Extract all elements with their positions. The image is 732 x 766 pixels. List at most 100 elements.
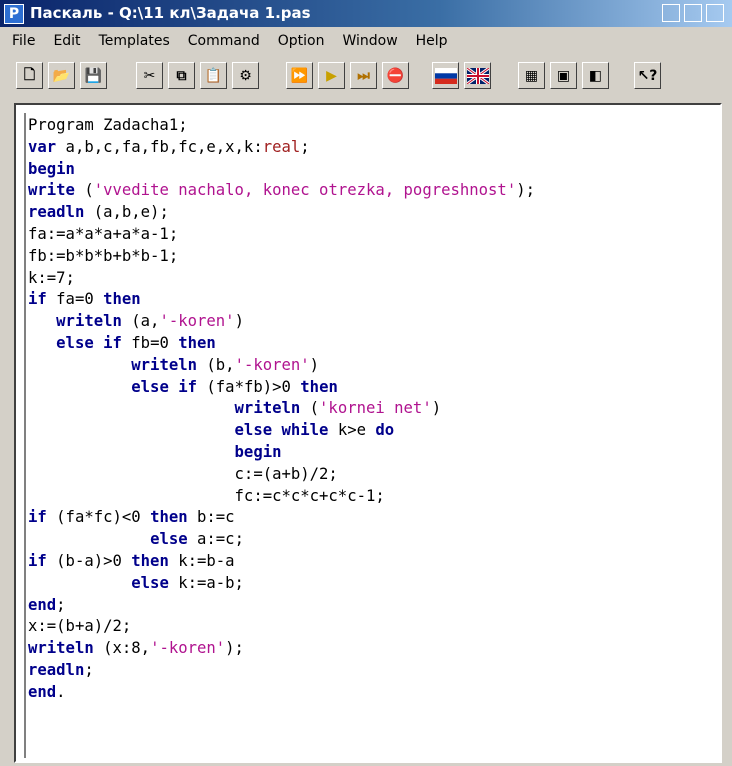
keyword-token: write <box>28 181 75 200</box>
keyword-token: writeln <box>131 355 197 374</box>
menu-file[interactable]: File <box>12 33 35 49</box>
code-token: (a, <box>121 312 160 331</box>
code-token: c:=(a+b)/2; <box>28 464 338 483</box>
code-line: end; <box>28 595 535 617</box>
menu-edit[interactable]: Edit <box>53 33 80 49</box>
copy-icon[interactable]: ⧉ <box>168 62 195 89</box>
code-token: ) <box>309 355 320 374</box>
save-icon[interactable]: 💾 <box>80 62 107 89</box>
code-token: ) <box>431 399 442 418</box>
menu-help[interactable]: Help <box>416 33 448 49</box>
code-token: ); <box>516 181 535 200</box>
menu-bar: File Edit Templates Command Option Windo… <box>0 28 732 54</box>
code-line: var a,b,c,fa,fb,fc,e,x,k:real; <box>28 137 535 159</box>
code-token: fc:=c*c*c+c*c-1; <box>28 486 385 505</box>
code-line: Program Zadacha1; <box>28 115 535 137</box>
code-token: ; <box>56 595 66 614</box>
help-book-icon[interactable]: ⚙ <box>232 62 259 89</box>
code-token: k:=a-b; <box>168 573 244 592</box>
russian-flag-icon[interactable] <box>432 62 459 89</box>
uk-flag-icon[interactable] <box>464 62 491 89</box>
menu-option[interactable]: Option <box>278 33 325 49</box>
type-token: real <box>262 137 301 156</box>
keyword-token: then <box>300 377 338 396</box>
code-token: b:=c <box>187 508 235 527</box>
close-button[interactable] <box>706 4 724 22</box>
code-line: if fa=0 then <box>28 289 535 311</box>
new-icon[interactable]: 🗋 <box>16 62 43 89</box>
string-token: '-koren' <box>159 312 235 331</box>
stop-icon[interactable]: ⛔ <box>382 62 409 89</box>
window-icon-3[interactable]: ◧ <box>582 62 609 89</box>
menu-window[interactable]: Window <box>342 33 397 49</box>
window-icon-1[interactable]: ▦ <box>518 62 545 89</box>
keyword-token: writeln <box>56 312 122 331</box>
source-code[interactable]: Program Zadacha1; var a,b,c,fa,fb,fc,e,x,… <box>28 115 535 704</box>
menu-templates[interactable]: Templates <box>99 33 170 49</box>
code-token: ; <box>84 660 94 679</box>
window-controls <box>662 4 724 22</box>
code-token: ( <box>74 181 94 200</box>
code-token: (fa*fc)<0 <box>46 508 151 527</box>
code-token: k:=7; <box>28 268 75 287</box>
code-line: write ('vvedite nachalo, konec otrezka, … <box>28 180 535 202</box>
toolbar: 🗋 📂 💾 ✂ ⧉ 📋 ⚙ ⏩ ▶ ⏭ ⛔ ▦ ▣ ◧ ↖? <box>8 60 724 94</box>
keyword-token: if <box>28 551 47 570</box>
code-line: begin <box>28 159 535 181</box>
keyword-token: else <box>131 377 169 396</box>
code-token: x:=(b+a)/2; <box>28 617 132 636</box>
minimize-button[interactable] <box>662 4 680 22</box>
keyword-token: else <box>56 333 94 352</box>
code-line: readln; <box>28 660 535 682</box>
title-bar[interactable]: P Паскаль - Q:\11 кл\Задача 1.pas <box>0 0 732 27</box>
code-token: (b-a)>0 <box>46 551 132 570</box>
run-to-icon[interactable]: ⏩ <box>286 62 313 89</box>
keyword-token: then <box>178 333 216 352</box>
keyword-token: else <box>234 421 273 440</box>
code-token: fb=0 <box>121 333 179 352</box>
cut-icon[interactable]: ✂ <box>136 62 163 89</box>
code-line: writeln ('kornei net') <box>28 398 535 420</box>
code-line: writeln (b,'-koren') <box>28 355 535 377</box>
maximize-button[interactable] <box>684 4 702 22</box>
code-token: . <box>56 682 66 701</box>
code-line: x:=(b+a)/2; <box>28 616 535 638</box>
context-help-icon[interactable]: ↖? <box>634 62 661 89</box>
string-token: 'vvedite nachalo, konec otrezka, pogresh… <box>93 181 517 200</box>
run-icon[interactable]: ▶ <box>318 62 345 89</box>
code-token: fb:=b*b*b+b*b-1; <box>28 246 179 265</box>
pascal-app-icon: P <box>4 4 24 24</box>
code-editor[interactable]: Program Zadacha1; var a,b,c,fa,fb,fc,e,x,… <box>14 103 722 763</box>
keyword-token: var <box>28 137 57 156</box>
keyword-token: then <box>131 551 169 570</box>
open-icon[interactable]: 📂 <box>48 62 75 89</box>
string-token: 'kornei net' <box>319 399 432 418</box>
code-token: Program Zadacha1; <box>28 116 188 134</box>
code-line: fa:=a*a*a+a*a-1; <box>28 224 535 246</box>
paste-icon[interactable]: 📋 <box>200 62 227 89</box>
code-token: ); <box>225 639 244 658</box>
code-token: k>e <box>328 421 376 440</box>
code-token: (b, <box>197 355 235 374</box>
keyword-token: else <box>150 530 188 549</box>
menu-command[interactable]: Command <box>188 33 260 49</box>
window-title: Паскаль - Q:\11 кл\Задача 1.pas <box>30 4 311 22</box>
step-icon[interactable]: ⏭ <box>350 62 377 89</box>
code-line: writeln (x:8,'-koren'); <box>28 638 535 660</box>
code-token: (fa*fb)>0 <box>197 377 301 396</box>
code-token: (a,b,e); <box>84 203 169 222</box>
keyword-token: begin <box>28 159 75 178</box>
keyword-token: if <box>103 333 122 352</box>
code-line: else while k>e do <box>28 420 535 442</box>
string-token: '-koren' <box>234 355 310 374</box>
keyword-token: while <box>281 421 329 440</box>
code-token: ) <box>234 312 244 331</box>
code-line: k:=7; <box>28 268 535 290</box>
code-token: a:=c; <box>187 530 244 549</box>
window-icon-2[interactable]: ▣ <box>550 62 577 89</box>
